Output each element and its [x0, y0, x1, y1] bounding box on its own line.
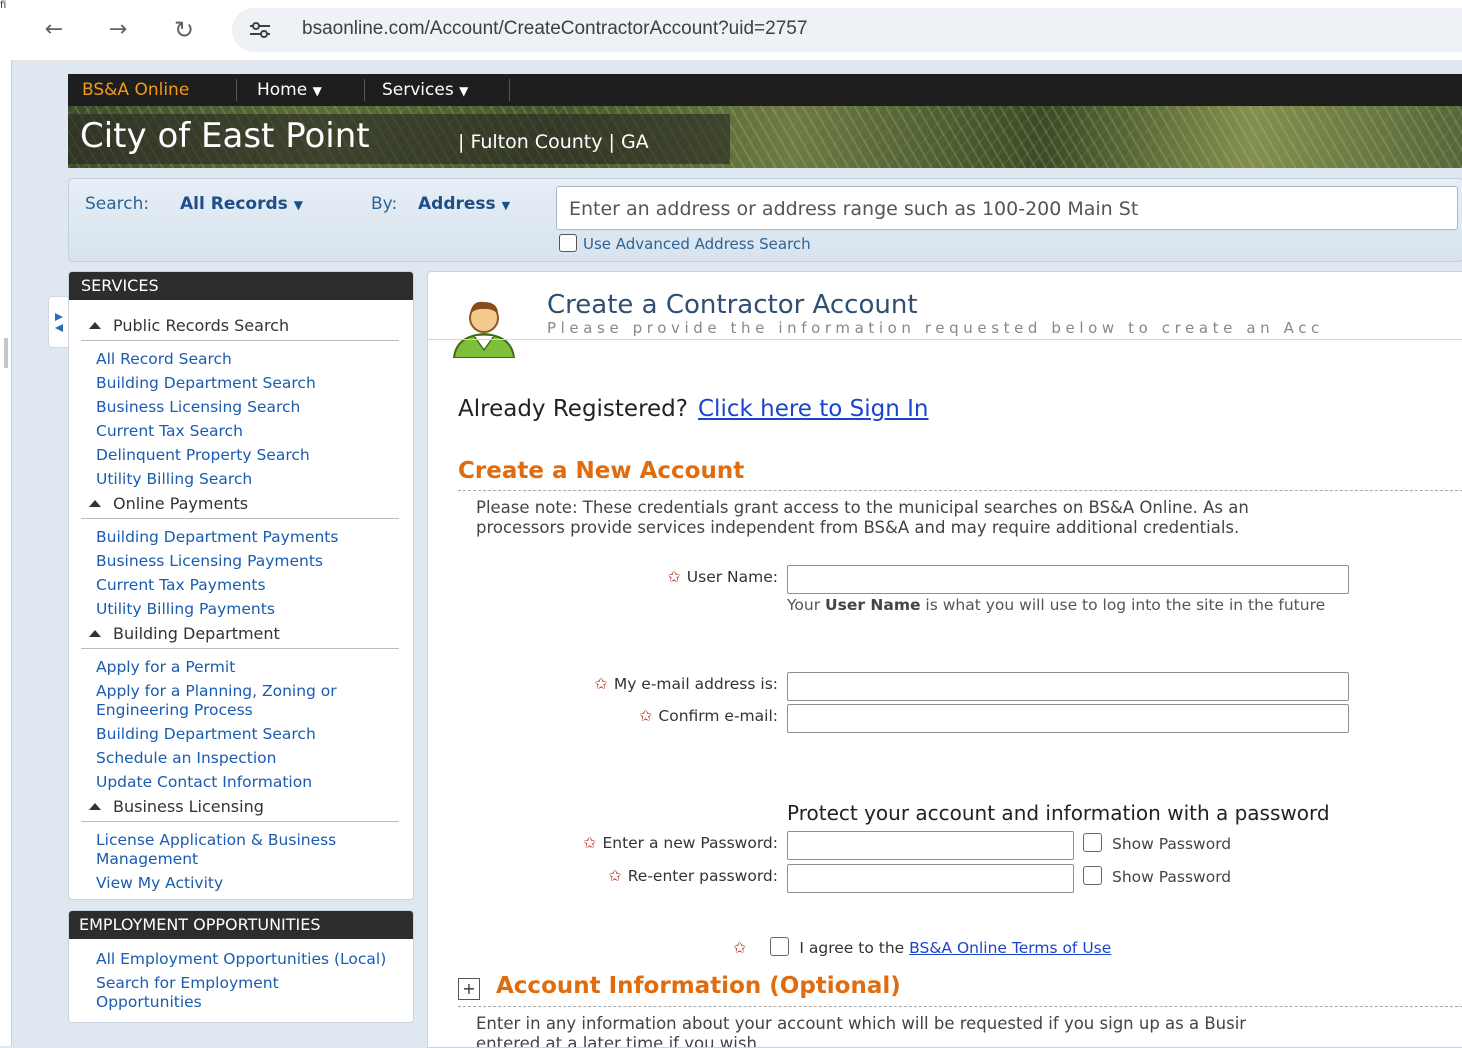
credentials-note-line1: Please note: These credentials grant acc…	[476, 498, 1249, 517]
show-password-checkbox[interactable]	[1083, 833, 1102, 852]
services-title: SERVICES	[69, 272, 413, 300]
advanced-search-checkbox[interactable]	[559, 234, 577, 252]
caret-up-icon	[89, 500, 101, 507]
username-hint: Your User Name is what you will use to l…	[787, 596, 1326, 614]
search-placeholder: Enter an address or address range such a…	[569, 198, 1139, 220]
sidebar-link[interactable]: View My Activity	[69, 871, 413, 895]
sidebar: SERVICES Public Records Search All Recor…	[68, 271, 414, 1023]
section-public-records[interactable]: Public Records Search	[81, 316, 399, 341]
expand-plus-icon[interactable]: +	[458, 978, 480, 1000]
back-icon[interactable]: ←	[36, 12, 72, 48]
create-account-heading: Create a New Account	[458, 458, 745, 484]
sidebar-link[interactable]: Apply for a Planning, Zoning or Engineer…	[69, 679, 396, 722]
window-edge	[0, 60, 12, 1046]
browser-toolbar: fi ← → ↻ bsaonline.com/Account/CreateCon…	[0, 0, 1462, 61]
username-input[interactable]	[787, 565, 1349, 594]
employment-title: EMPLOYMENT OPPORTUNITIES	[69, 911, 413, 939]
reenter-password-input[interactable]	[787, 864, 1074, 893]
site-settings-icon[interactable]	[248, 19, 272, 41]
sidebar-link[interactable]: Business Licensing Search	[69, 395, 413, 419]
required-star-icon: ✩	[608, 866, 622, 885]
sidebar-link[interactable]: Building Department Payments	[69, 525, 413, 549]
services-list: Public Records Search All Record Search …	[69, 300, 413, 899]
services-panel: SERVICES Public Records Search All Recor…	[68, 271, 414, 900]
sidebar-link[interactable]: Utility Billing Payments	[69, 597, 413, 621]
sidebar-link[interactable]: Schedule an Inspection	[69, 746, 413, 770]
search-type-dropdown[interactable]: All Records ▼	[180, 194, 303, 214]
account-info-note-line1: Enter in any information about your acco…	[476, 1014, 1247, 1033]
address-bar[interactable]: bsaonline.com/Account/CreateContractorAc…	[232, 8, 1462, 52]
county-state: | Fulton County | GA	[458, 131, 649, 153]
main-content: Create a Contractor Account Please provi…	[427, 271, 1462, 1048]
required-star-icon: ✩	[667, 567, 681, 586]
forward-icon[interactable]: →	[100, 12, 136, 48]
chevron-down-icon: ▼	[459, 84, 469, 98]
search-label: Search:	[85, 194, 150, 214]
sidebar-link[interactable]: Current Tax Payments	[69, 573, 413, 597]
caret-down-icon: ▼	[293, 198, 303, 212]
section-business-licensing[interactable]: Business Licensing	[81, 797, 399, 822]
sidebar-link[interactable]: All Record Search	[69, 347, 413, 371]
sidebar-link[interactable]: Utility Billing Search	[69, 467, 413, 491]
brand-link[interactable]: BS&A Online	[82, 80, 189, 100]
municipality-banner: City of East Point | Fulton County | GA	[68, 106, 1462, 168]
chevron-down-icon: ▼	[312, 84, 322, 98]
already-registered: Already Registered? Click here to Sign In	[458, 396, 929, 422]
sidebar-link[interactable]: Apply for a Permit	[69, 655, 413, 679]
corner-glyph: fi	[0, 0, 7, 11]
page-title: Create a Contractor Account	[547, 290, 918, 320]
nav-services[interactable]: Services ▼	[382, 80, 468, 100]
required-star-icon: ✩	[733, 938, 747, 957]
advanced-search-toggle[interactable]: Use Advanced Address Search	[559, 234, 811, 253]
search-bar: Search: All Records ▼ By: Address ▼ Ente…	[68, 178, 1462, 262]
required-star-icon: ✩	[583, 833, 597, 852]
url-text: bsaonline.com/Account/CreateContractorAc…	[302, 18, 808, 39]
show-password-toggle[interactable]: Show Password	[1083, 866, 1231, 886]
show-password-toggle[interactable]: Show Password	[1083, 833, 1231, 853]
sidebar-link[interactable]: Business Licensing Payments	[69, 549, 413, 573]
terms-link[interactable]: BS&A Online Terms of Use	[909, 939, 1111, 957]
email-label: ✩ My e-mail address is:	[594, 674, 778, 693]
required-star-icon: ✩	[639, 706, 653, 725]
terms-checkbox[interactable]	[770, 937, 790, 956]
nav-home[interactable]: Home ▼	[257, 80, 322, 100]
sidebar-link[interactable]: Current Tax Search	[69, 419, 413, 443]
sidebar-link[interactable]: License Application & Business Managemen…	[69, 828, 396, 871]
section-building-department[interactable]: Building Department	[81, 624, 399, 649]
sidebar-link[interactable]: Building Department Search	[69, 722, 413, 746]
caret-up-icon	[89, 322, 101, 329]
username-label: ✩ User Name:	[667, 567, 778, 586]
sidebar-link[interactable]: Search for Employment Opportunities	[69, 971, 356, 1014]
sidebar-link[interactable]: All Employment Opportunities (Local)	[69, 947, 396, 971]
show-password-checkbox[interactable]	[1083, 866, 1102, 885]
city-title: City of East Point	[80, 116, 370, 156]
sidebar-link[interactable]: Delinquent Property Search	[69, 443, 413, 467]
password-prompt: Protect your account and information wit…	[787, 801, 1330, 825]
caret-up-icon	[89, 630, 101, 637]
by-label: By:	[371, 194, 398, 214]
password-label: ✩ Enter a new Password:	[583, 833, 778, 852]
account-info-heading[interactable]: Account Information (Optional)	[496, 973, 901, 999]
contractor-avatar-icon	[452, 301, 516, 358]
top-nav: BS&A Online Home ▼ Services ▼	[68, 74, 1462, 106]
terms-agreement: ✩ I agree to the BS&A Online Terms of Use	[733, 937, 1112, 957]
page-subtitle: Please provide the information requested…	[547, 319, 1324, 337]
password-input[interactable]	[787, 831, 1074, 860]
confirm-email-label: ✩ Confirm e-mail:	[639, 706, 778, 725]
section-online-payments[interactable]: Online Payments	[81, 494, 399, 519]
sign-in-link[interactable]: Click here to Sign In	[698, 396, 929, 422]
reenter-password-label: ✩ Re-enter password:	[608, 866, 778, 885]
confirm-email-input[interactable]	[787, 704, 1349, 733]
email-input[interactable]	[787, 672, 1349, 701]
search-by-dropdown[interactable]: Address ▼	[418, 194, 510, 214]
employment-panel: EMPLOYMENT OPPORTUNITIES All Employment …	[68, 910, 414, 1023]
caret-down-icon: ▼	[501, 199, 511, 212]
credentials-note-line2: processors provide services independent …	[476, 518, 1240, 537]
caret-up-icon	[89, 803, 101, 810]
reload-icon[interactable]: ↻	[166, 12, 202, 48]
sidebar-link[interactable]: Update Contact Information	[69, 770, 413, 794]
address-search-input[interactable]: Enter an address or address range such a…	[556, 186, 1458, 230]
sidebar-link[interactable]: Building Department Search	[69, 371, 413, 395]
required-star-icon: ✩	[594, 674, 608, 693]
